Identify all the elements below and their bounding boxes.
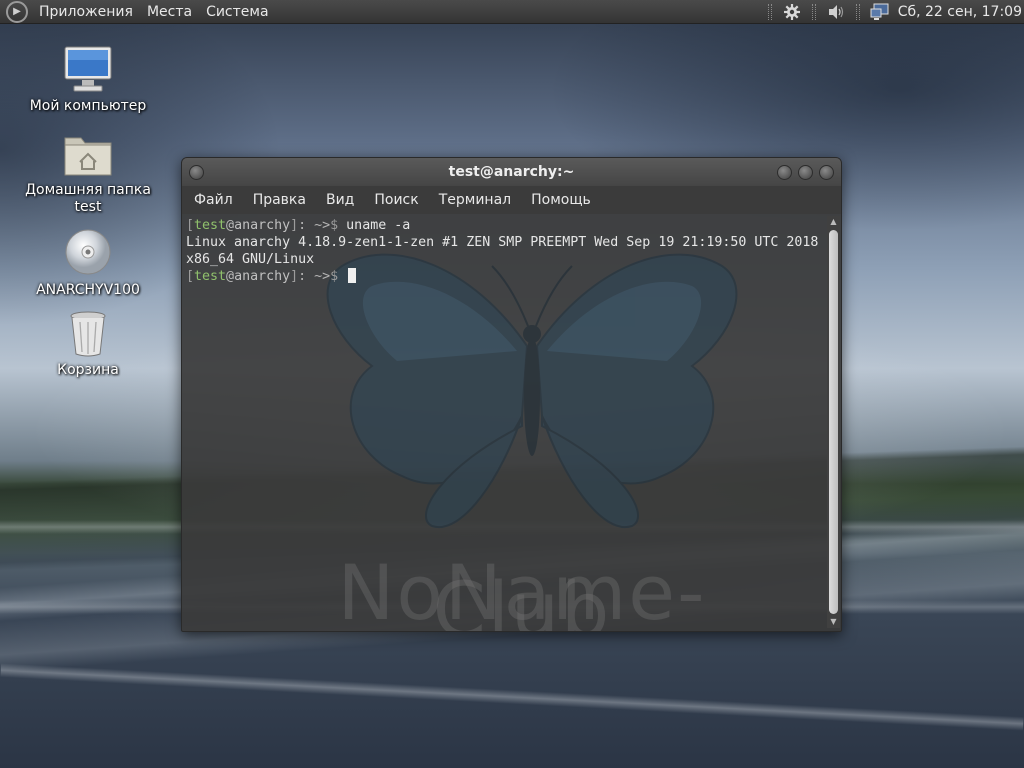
terminal-line: Linux anarchy 4.18.9-zen1-1-zen #1 ZEN S…: [186, 235, 819, 250]
menu-terminal[interactable]: Терминал: [429, 192, 521, 208]
update-gear-icon[interactable]: [782, 3, 802, 21]
panel-separator: [767, 3, 772, 20]
menu-applications[interactable]: Приложения: [32, 4, 140, 20]
close-button[interactable]: [819, 165, 834, 180]
menu-logo-icon[interactable]: ▶: [6, 0, 28, 23]
terminal-titlebar[interactable]: test@anarchy:~: [182, 158, 841, 186]
terminal-output[interactable]: NoName-Club [test@anarchy]: ~>$ uname -a…: [182, 216, 827, 631]
desktop-icon-home-folder[interactable]: Домашняя папка test: [18, 128, 158, 216]
menu-file[interactable]: Файл: [184, 192, 243, 208]
text-cursor: [348, 268, 357, 283]
terminal-menubar: Файл Правка Вид Поиск Терминал Помощь: [182, 186, 841, 214]
panel-separator: [855, 3, 860, 20]
desktop-icon-label: Домашняя папка test: [25, 182, 151, 215]
disc-icon: [65, 229, 111, 275]
panel-separator: [811, 3, 816, 20]
terminal-scrollbar[interactable]: ▲ ▼: [827, 216, 840, 628]
desktop-icon-computer[interactable]: Мой компьютер: [18, 44, 158, 115]
menu-edit[interactable]: Правка: [243, 192, 316, 208]
menu-places[interactable]: Места: [140, 4, 199, 20]
menu-help[interactable]: Помощь: [521, 192, 601, 208]
window-menu-button[interactable]: [189, 165, 204, 180]
menu-view[interactable]: Вид: [316, 192, 364, 208]
menu-search[interactable]: Поиск: [364, 192, 428, 208]
trash-icon: [70, 311, 106, 357]
desktop-icon-disc[interactable]: ANARCHYV100: [18, 228, 158, 299]
desktop-icon-label: ANARCHYV100: [36, 282, 140, 298]
watermark-text: NoName-Club: [337, 548, 707, 632]
menu-system[interactable]: Система: [199, 4, 275, 20]
computer-icon: [64, 46, 112, 92]
scroll-down-icon[interactable]: ▼: [827, 616, 840, 628]
desktop-icon-trash[interactable]: Корзина: [18, 308, 158, 379]
maximize-button[interactable]: [798, 165, 813, 180]
network-icon[interactable]: [870, 3, 890, 21]
top-panel: ▶ Приложения Места Система Сб, 22 сен, 1…: [0, 0, 1024, 24]
terminal-window: test@anarchy:~ Файл Правка Вид Поиск Тер…: [181, 157, 842, 632]
panel-tray: Сб, 22 сен, 17:09: [762, 0, 1024, 23]
scroll-thumb[interactable]: [829, 230, 838, 614]
scroll-up-icon[interactable]: ▲: [827, 216, 840, 228]
desktop-icon-label: Корзина: [57, 362, 119, 378]
volume-icon[interactable]: [826, 3, 846, 21]
home-folder-icon: [64, 137, 112, 176]
terminal-line: x86_64 GNU/Linux: [186, 252, 315, 267]
terminal-line: [test@anarchy]: ~>$ uname -a: [186, 218, 411, 233]
terminal-line: [test@anarchy]: ~>$: [186, 268, 823, 285]
window-title: test@anarchy:~: [448, 164, 575, 180]
desktop-icon-label: Мой компьютер: [29, 98, 147, 114]
clock[interactable]: Сб, 22 сен, 17:09: [898, 4, 1024, 20]
minimize-button[interactable]: [777, 165, 792, 180]
command-text: uname -a: [338, 218, 411, 233]
